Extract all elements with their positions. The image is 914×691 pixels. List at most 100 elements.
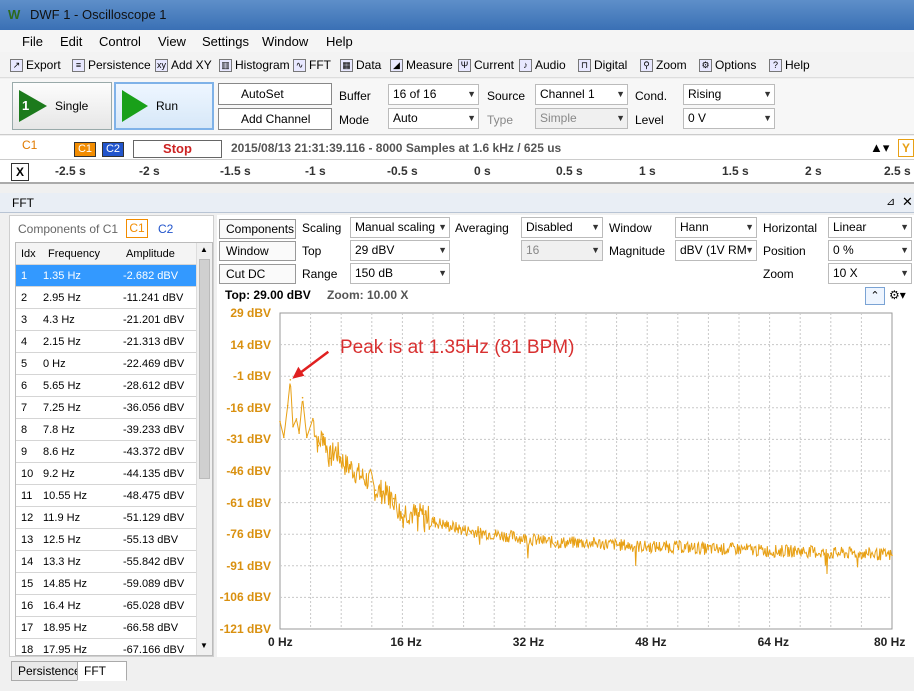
table-row[interactable]: 6 5.65 Hz -28.612 dBV [16,375,198,397]
mode-select[interactable]: Auto ▼ [388,108,479,129]
table-row[interactable]: 11 10.55 Hz -48.475 dBV [16,485,198,507]
magnitude-select[interactable]: dBV (1V RM ▼ [675,240,757,261]
digital-label: Digital [594,58,628,72]
menu-control[interactable]: Control [99,34,141,49]
table-row[interactable]: 13 12.5 Hz -55.13 dBV [16,529,198,551]
range-input[interactable]: 150 dB ▼ [350,263,450,284]
fft-panel-title: FFT [12,196,34,210]
row-idx: 9 [21,446,28,458]
menu-settings[interactable]: Settings [202,34,249,49]
row-frequency: 13.3 Hz [43,556,81,568]
row-idx: 18 [21,644,34,656]
fft-data-point [292,425,294,428]
averaging-select[interactable]: Disabled ▼ [521,217,603,238]
fft-data-point [322,433,325,436]
position-input[interactable]: 0 % ▼ [828,240,912,261]
x-axis-button[interactable]: X [11,163,29,181]
cond-select[interactable]: Rising ▼ [683,84,775,105]
y-tick-label: 14 dBV [230,337,271,352]
table-row[interactable]: 4 2.15 Hz -21.313 dBV [16,331,198,353]
table-row[interactable]: 1 1.35 Hz -2.682 dBV [16,265,198,287]
fft-chart-pane: Components Window Cut DC Scaling Manual … [217,215,914,657]
tab-fft[interactable]: FFT [77,661,127,681]
histogram-button[interactable]: ▥ Histogram [219,58,290,72]
table-row[interactable]: 10 9.2 Hz -44.135 dBV [16,463,198,485]
y-axis-button[interactable]: Y [898,139,914,157]
row-frequency: 18.95 Hz [43,622,88,634]
current-label: Current [474,58,515,72]
level-value: 0 V [688,111,707,125]
row-amplitude: -39.233 dBV [123,424,185,436]
table-row[interactable]: 3 4.3 Hz -21.201 dBV [16,309,198,331]
zoom-select[interactable]: 10 X ▼ [828,263,912,284]
c1-toggle[interactable]: C1 [126,219,148,238]
window-select[interactable]: Hann ▼ [675,217,757,238]
pin-icon[interactable]: ⊿ [886,195,895,208]
table-row[interactable]: 7 7.25 Hz -36.056 dBV [16,397,198,419]
fft-data-point [830,552,832,554]
menu-edit[interactable]: Edit [60,34,82,49]
c2-chip[interactable]: C2 [102,142,124,157]
row-frequency: 1.35 Hz [43,270,81,282]
time-tick: 2 s [805,164,822,178]
components-button[interactable]: Components [219,219,296,239]
buffer-select[interactable]: 16 of 16 ▼ [388,84,479,105]
row-idx: 14 [21,556,34,568]
menu-file[interactable]: File [22,34,43,49]
persistence-button[interactable]: ≡ Persistence [72,58,151,72]
close-icon[interactable]: ✕ [902,194,913,210]
chevron-down-icon: ▼ [616,89,625,99]
window-button[interactable]: Window [219,241,296,261]
c2-toggle[interactable]: C2 [158,222,173,236]
table-row[interactable]: 14 13.3 Hz -55.842 dBV [16,551,198,573]
audio-button[interactable]: ♪ Audio [519,58,566,72]
single-button[interactable]: 1 Single [12,82,112,130]
source-select[interactable]: Channel 1 ▼ [535,84,628,105]
title-bar: W DWF 1 - Oscilloscope 1 [0,0,914,30]
chart-options-icon[interactable]: ▲▾ [870,140,889,156]
top-input[interactable]: 29 dBV ▼ [350,240,450,261]
menu-help[interactable]: Help [326,34,353,49]
table-row[interactable]: 12 11.9 Hz -51.129 dBV [16,507,198,529]
table-row[interactable]: 18 17.95 Hz -67.166 dBV [16,639,198,656]
chevron-down-icon: ▼ [591,222,600,232]
table-row[interactable]: 17 18.95 Hz -66.58 dBV [16,617,198,639]
table-scrollbar[interactable]: ▲ ▼ [196,243,212,655]
table-row[interactable]: 2 2.95 Hz -11.241 dBV [16,287,198,309]
current-button[interactable]: Ψ Current [458,58,514,72]
options-button[interactable]: ⚙ Options [699,58,756,72]
add-channel-button[interactable]: Add Channel [218,108,332,130]
level-input[interactable]: 0 V ▼ [683,108,775,129]
fft-data-point [404,510,407,512]
autoset-button[interactable]: AutoSet [218,83,332,105]
table-row[interactable]: 8 7.8 Hz -39.233 dBV [16,419,198,441]
measure-button[interactable]: ◢ Measure [390,58,453,72]
scroll-thumb[interactable] [199,259,210,479]
row-frequency: 14.85 Hz [43,578,88,590]
add-xy-button[interactable]: xy Add XY [155,58,212,72]
cut-dc-button[interactable]: Cut DC [219,264,296,284]
table-row[interactable]: 5 0 Hz -22.469 dBV [16,353,198,375]
fft-button[interactable]: ∿ FFT [293,58,331,72]
scroll-down-icon[interactable]: ▼ [200,641,208,650]
zoom-button[interactable]: ⚲ Zoom [640,58,687,72]
digital-button[interactable]: ⊓ Digital [578,58,627,72]
table-row[interactable]: 15 14.85 Hz -59.089 dBV [16,573,198,595]
audio-label: Audio [535,58,566,72]
menu-view[interactable]: View [158,34,186,49]
scroll-up-icon[interactable]: ▲ [200,245,208,254]
table-row[interactable]: 9 8.6 Hz -43.372 dBV [16,441,198,463]
scaling-select[interactable]: Manual scaling ▼ [350,217,450,238]
header-frequency: Frequency [48,248,100,260]
export-button[interactable]: ↗ Export [10,58,61,72]
row-idx: 13 [21,534,34,546]
menu-window[interactable]: Window [262,34,308,49]
data-button[interactable]: ▦ Data [340,58,381,72]
table-row[interactable]: 16 16.4 Hz -65.028 dBV [16,595,198,617]
scaling-label: Scaling [302,221,342,235]
help-button[interactable]: ? Help [769,58,810,72]
horizontal-select[interactable]: Linear ▼ [828,217,912,238]
run-button[interactable]: Run [114,82,214,130]
c1-chip[interactable]: C1 [74,142,96,157]
range-value: 150 dB [355,266,394,280]
